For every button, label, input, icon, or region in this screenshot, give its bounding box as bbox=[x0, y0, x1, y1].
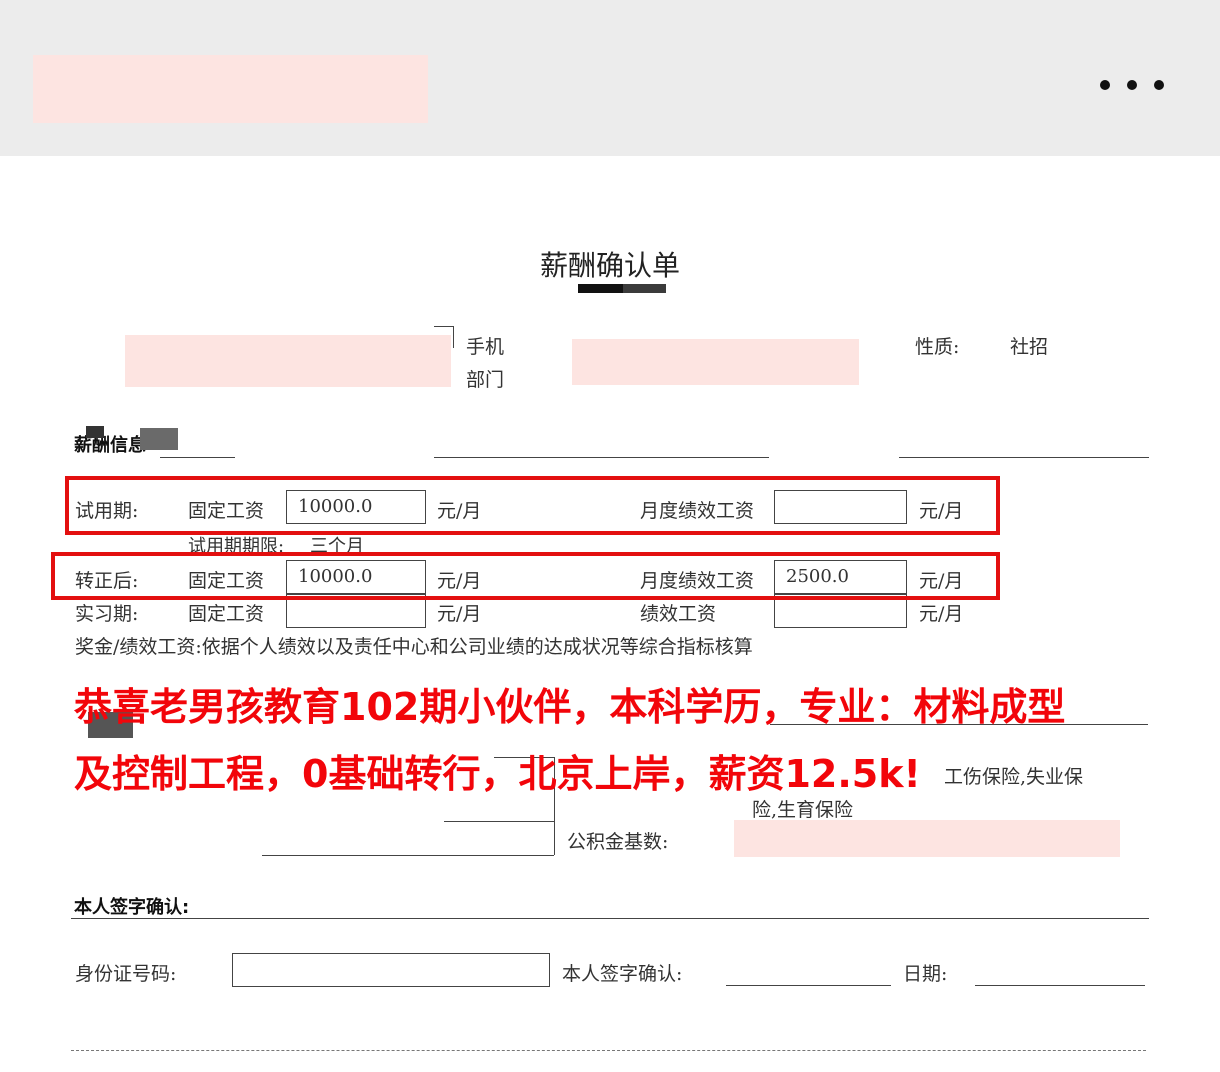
redacted-title bbox=[33, 55, 428, 123]
scan-artifact bbox=[140, 428, 178, 450]
signature-label: 本人签字确认: bbox=[562, 963, 683, 985]
intern-fixed-unit: 元/月 bbox=[437, 603, 482, 625]
top-bar bbox=[0, 0, 1220, 156]
header-corner-line bbox=[453, 326, 454, 348]
congratulation-banner-line2: 及控制工程，0基础转行，北京上岸，薪资12.5k! bbox=[74, 752, 921, 796]
insurance-text-line2: 险,生育保险 bbox=[752, 799, 854, 821]
more-dot bbox=[1127, 80, 1137, 90]
signature-section-title: 本人签字确认: bbox=[74, 897, 190, 918]
redacted-phone-dept bbox=[572, 339, 859, 385]
more-dot bbox=[1100, 80, 1110, 90]
highlight-frame-regular bbox=[51, 552, 1000, 600]
section-line bbox=[160, 457, 235, 458]
department-label: 部门 bbox=[466, 369, 505, 391]
redacted-name bbox=[125, 335, 451, 387]
insurance-text-line1: 工伤保险,失业保 bbox=[944, 766, 1084, 788]
more-options-icon[interactable] bbox=[1100, 72, 1164, 98]
nature-label: 性质: bbox=[915, 336, 960, 358]
section-line bbox=[434, 457, 769, 458]
housing-fund-label: 公积金基数: bbox=[567, 831, 669, 853]
section-line bbox=[899, 457, 1149, 458]
nature-value: 社招 bbox=[1010, 336, 1049, 358]
more-dot bbox=[1154, 80, 1164, 90]
id-number-field[interactable] bbox=[232, 953, 550, 987]
salary-section-title: 薪酬信息 bbox=[74, 435, 146, 456]
title-underline bbox=[578, 284, 666, 293]
intern-perf-unit: 元/月 bbox=[919, 603, 964, 625]
phone-label: 手机 bbox=[466, 336, 505, 358]
intern-label: 实习期: bbox=[75, 603, 139, 625]
signature-line[interactable] bbox=[726, 985, 891, 986]
highlight-frame-probation bbox=[65, 476, 1000, 535]
document-title: 薪酬确认单 bbox=[539, 249, 680, 282]
intern-fixed-label: 固定工资 bbox=[188, 603, 265, 625]
section-line bbox=[71, 918, 1149, 919]
dashed-separator bbox=[71, 1050, 1146, 1051]
date-label: 日期: bbox=[903, 963, 948, 985]
header-corner-line bbox=[434, 326, 454, 327]
congratulation-banner-line1: 恭喜老男孩教育102期小伙伴，本科学历，专业：材料成型 bbox=[74, 685, 1066, 729]
table-line bbox=[444, 821, 554, 822]
redacted-housing-fund bbox=[734, 820, 1120, 857]
intern-perf-label: 绩效工资 bbox=[640, 603, 717, 625]
id-number-label: 身份证号码: bbox=[75, 963, 177, 985]
date-line[interactable] bbox=[975, 985, 1145, 986]
table-line bbox=[262, 855, 554, 856]
bonus-note: 奖金/绩效工资:依据个人绩效以及责任中心和公司业绩的达成状况等综合指标核算 bbox=[75, 636, 753, 658]
scan-artifact bbox=[86, 426, 104, 438]
